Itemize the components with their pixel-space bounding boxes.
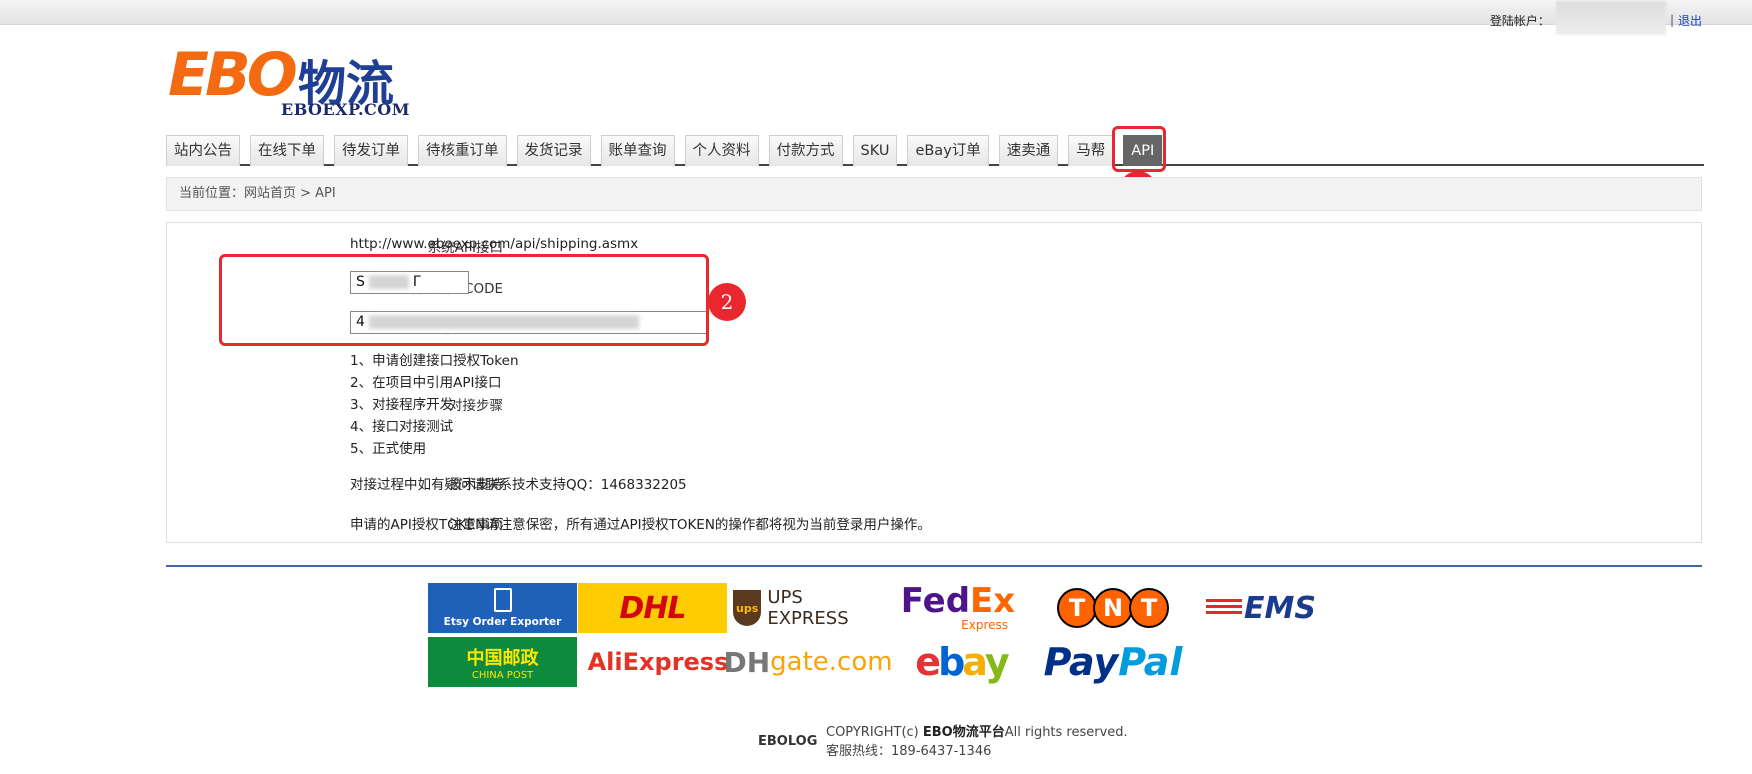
paypal-logo: Pay Pal xyxy=(1038,637,1188,687)
clipboard-icon xyxy=(493,588,512,612)
tab-8[interactable]: SKU xyxy=(852,135,898,166)
highlight-box-api-tab xyxy=(1112,126,1166,172)
china-post-cn: 中国邮政 xyxy=(466,647,539,669)
ems-logo: EMS xyxy=(1196,583,1326,633)
separator: | xyxy=(1669,13,1674,27)
tnt-letter: T xyxy=(1129,588,1169,628)
tab-4[interactable]: 发货记录 xyxy=(516,135,591,166)
dhl-logo: DHL xyxy=(578,583,727,633)
endpoint-value: http://www.eboexp.com/api/shipping.asmx xyxy=(350,236,639,252)
ups-shield-icon: ups xyxy=(733,590,762,626)
fedex-fe: Fed xyxy=(900,581,971,621)
ebay-letter: e xyxy=(915,640,941,684)
copyright-line: COPYRIGHT(c) EBO物流平台All rights reserved. xyxy=(826,723,1128,742)
login-label: 登陆帐户： xyxy=(1489,13,1550,28)
dhgate-gate: gate.com xyxy=(770,647,893,677)
tab-1[interactable]: 在线下单 xyxy=(250,135,324,166)
fedex-ex: Ex xyxy=(970,581,1016,621)
step-item: 3、对接程序开发 xyxy=(350,397,454,413)
tab-6[interactable]: 个人资料 xyxy=(684,135,759,166)
ups-logo-text: UPS EXPRESS xyxy=(767,587,849,629)
paypal-pal: Pal xyxy=(1118,640,1183,684)
top-bar: 登陆帐户： | 退出 xyxy=(0,0,1752,35)
support-value: 对接过程中如有疑问请联系技术支持QQ：1468332205 xyxy=(350,477,687,493)
tab-2[interactable]: 待发订单 xyxy=(334,135,408,166)
step-item: 2、在项目中引用API接口 xyxy=(350,375,502,391)
logo-domain: EBOEXP.COM xyxy=(281,100,410,119)
aliexpress-logo-text: AliExpress xyxy=(587,648,729,676)
account-name-redacted xyxy=(1555,1,1666,35)
logout-link[interactable]: 退出 xyxy=(1678,12,1702,29)
copyright-prefix: COPYRIGHT(c) xyxy=(826,725,923,740)
copyright-suffix: All rights reserved. xyxy=(1004,725,1128,740)
step-item: 5、正式使用 xyxy=(350,441,427,457)
tab-11[interactable]: 马帮 xyxy=(1068,135,1114,166)
login-info: 登陆帐户： | 退出 xyxy=(1489,1,1702,35)
notice-value: 申请的API授权TOKEN请注意保密，所有通过API授权TOKEN的操作都将视为… xyxy=(350,517,931,533)
tnt-letter: N xyxy=(1093,588,1133,628)
step-item: 4、接口对接测试 xyxy=(350,419,454,435)
dhl-logo-text: DHL xyxy=(619,590,686,626)
partner-logos: Etsy Order Exporter DHL ups UPS EXPRESS … xyxy=(428,583,1328,687)
site-logo[interactable]: EBO 物流 EBOEXP.COM xyxy=(168,40,428,119)
etsy-logo-text: Etsy Order Exporter xyxy=(443,616,562,628)
main-nav: 站内公告 在线下单 待发订单 待核重订单 发货记录 账单查询 个人资料 付款方式 SKU eBay… xyxy=(166,133,1704,166)
aliexpress-logo: AliExpress xyxy=(583,637,733,687)
ems-logo-text: EMS xyxy=(1244,590,1316,626)
tab-7[interactable]: 付款方式 xyxy=(768,135,843,166)
ebay-letter: b xyxy=(938,640,965,684)
footer-brand: EBOLOG xyxy=(758,734,818,749)
ems-wing-icon xyxy=(1206,599,1243,617)
ebay-letter: y xyxy=(984,640,1010,684)
paypal-pay: Pay xyxy=(1043,640,1119,684)
step-item: 1、申请创建接口授权Token xyxy=(350,353,519,369)
annotation-badge-2: 2 xyxy=(708,283,746,321)
tab-5[interactable]: 账单查询 xyxy=(600,135,675,166)
china-post-logo: 中国邮政 CHINA POST xyxy=(428,637,577,687)
tab-9[interactable]: eBay订单 xyxy=(907,135,989,166)
fedex-sub: Express xyxy=(961,618,1008,632)
hotline: 客服热线：189-6437-1346 xyxy=(826,744,992,759)
tab-10[interactable]: 速卖通 xyxy=(998,135,1059,166)
etsy-logo: Etsy Order Exporter xyxy=(428,583,577,633)
ebay-letter: a xyxy=(962,640,988,684)
ups-logo: ups UPS EXPRESS xyxy=(733,583,883,633)
footer-divider xyxy=(166,565,1702,567)
dhgate-dh: DH xyxy=(723,645,771,679)
dhgate-logo: DH gate.com xyxy=(723,637,892,687)
tnt-letter: T xyxy=(1057,588,1097,628)
nav-tabs: 站内公告 在线下单 待发订单 待核重订单 发货记录 账单查询 个人资料 付款方式 SKU eBay… xyxy=(166,133,1704,166)
logo-brand-latin: EBO xyxy=(168,40,298,110)
fedex-logo: FedEx Express xyxy=(898,583,1018,633)
ebay-logo: ebay xyxy=(906,637,1016,687)
copyright-brand: EBO物流平台 xyxy=(922,725,1005,740)
tab-3[interactable]: 待核重订单 xyxy=(418,135,507,166)
tab-0[interactable]: 站内公告 xyxy=(166,135,240,166)
breadcrumb: 当前位置：网站首页 > API xyxy=(166,177,1702,211)
tnt-logo: T N T xyxy=(1048,583,1178,633)
highlight-box-credentials xyxy=(219,254,709,346)
china-post-en: CHINA POST xyxy=(471,669,534,681)
steps-list: 1、申请创建接口授权Token 2、在项目中引用API接口 3、对接程序开发 4、接口… xyxy=(350,350,519,460)
